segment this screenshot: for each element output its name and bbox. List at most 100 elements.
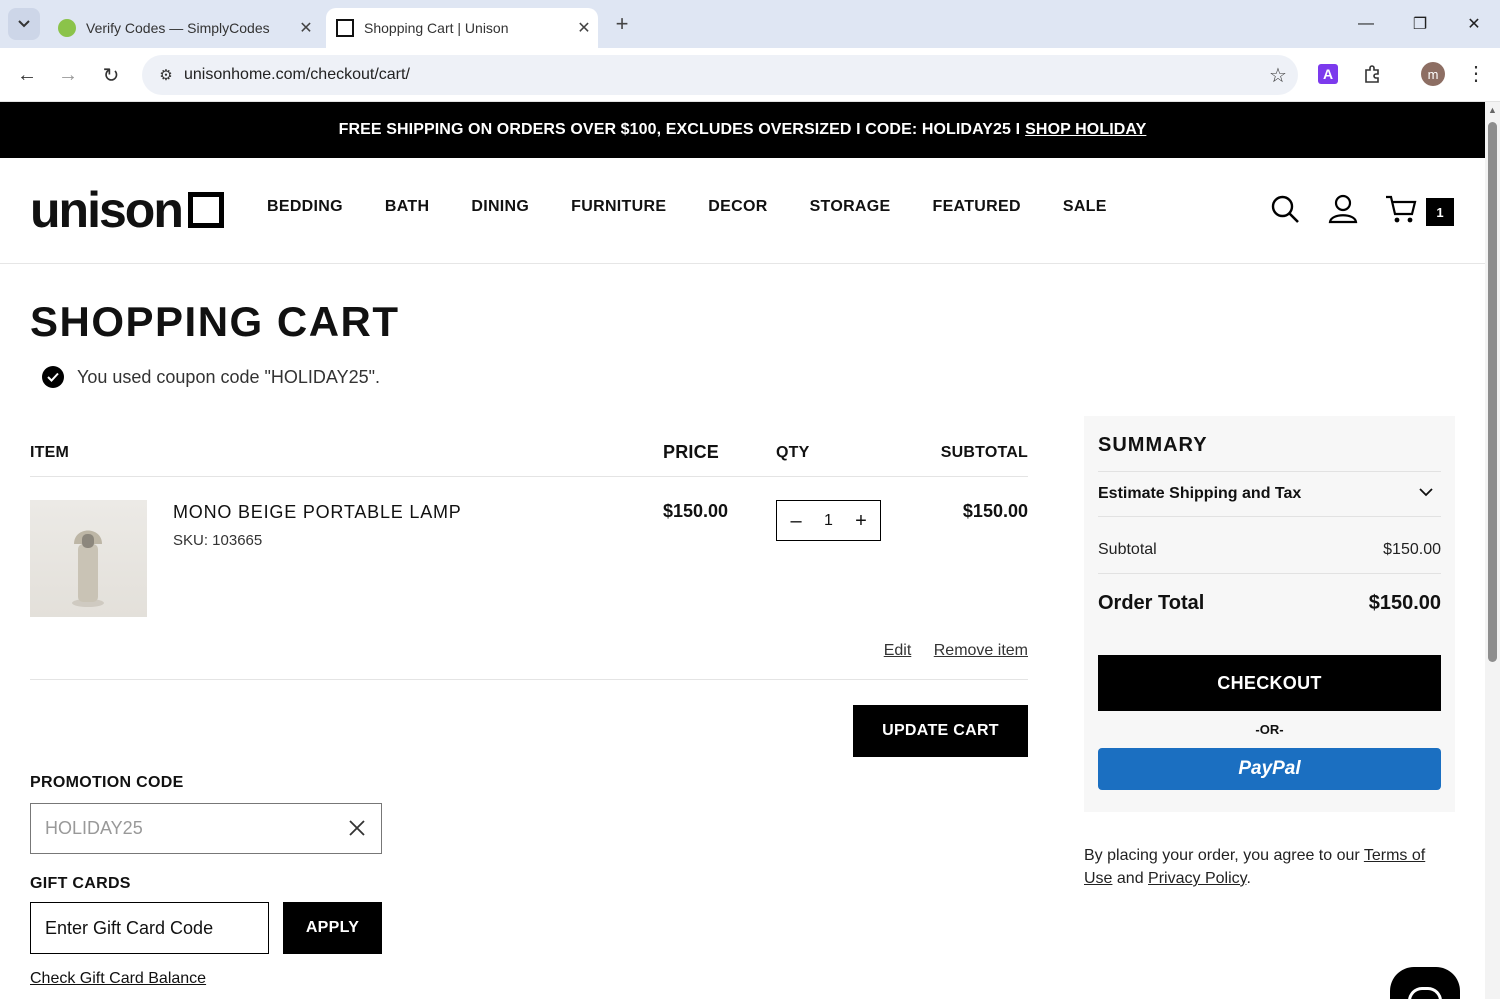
nav-sale[interactable]: SALE bbox=[1063, 198, 1107, 216]
reload-button[interactable]: ↻ bbox=[96, 60, 126, 90]
restore-window-button[interactable]: ❐ bbox=[1400, 8, 1440, 40]
extensions-puzzle-icon[interactable] bbox=[1358, 60, 1386, 88]
site-header: unison BEDDING BATH DINING FURNITURE DEC… bbox=[0, 158, 1485, 264]
browser-menu-icon[interactable]: ⋮ bbox=[1462, 60, 1490, 88]
order-summary: SUMMARY Estimate Shipping and Tax Subtot… bbox=[1084, 416, 1455, 812]
coupon-message-text: You used coupon code "HOLIDAY25". bbox=[77, 366, 380, 387]
or-separator: -OR- bbox=[1255, 722, 1284, 737]
legal-prefix: By placing your order, you agree to our bbox=[1084, 847, 1364, 864]
subtotal-label: Subtotal bbox=[1098, 541, 1157, 558]
address-bar[interactable]: ⚙ unisonhome.com/checkout/cart/ ☆ bbox=[142, 55, 1298, 95]
product-price: $150.00 bbox=[663, 501, 729, 521]
chat-widget-button[interactable] bbox=[1390, 967, 1460, 999]
product-image[interactable] bbox=[30, 500, 147, 617]
qty-value[interactable]: 1 bbox=[824, 512, 833, 530]
site-logo[interactable]: unison bbox=[30, 182, 224, 238]
forward-button[interactable]: → bbox=[53, 60, 83, 90]
cart-icon[interactable] bbox=[1384, 192, 1418, 226]
simplycodes-leaf-icon bbox=[58, 19, 76, 37]
item-actions: Edit Remove item bbox=[866, 642, 1028, 660]
logo-square-icon bbox=[187, 192, 224, 228]
column-header-subtotal: SUBTOTAL bbox=[940, 444, 1028, 461]
summary-title: SUMMARY bbox=[1098, 434, 1208, 456]
profile-avatar[interactable]: m bbox=[1421, 62, 1445, 86]
minimize-window-button[interactable]: — bbox=[1346, 8, 1386, 40]
account-icon[interactable] bbox=[1326, 192, 1360, 226]
tab-shopping-cart[interactable]: Shopping Cart | Unison ✕ bbox=[326, 8, 598, 48]
gift-cards-label: GIFT CARDS bbox=[30, 875, 131, 892]
coupon-success-message: You used coupon code "HOLIDAY25". bbox=[42, 366, 380, 388]
page-content: FREE SHIPPING ON ORDERS OVER $100, EXCLU… bbox=[0, 102, 1485, 999]
promo-banner: FREE SHIPPING ON ORDERS OVER $100, EXCLU… bbox=[0, 102, 1485, 158]
chevron-down-icon[interactable] bbox=[1419, 484, 1435, 500]
tab-title: Verify Codes — SimplyCodes bbox=[86, 20, 270, 36]
site-settings-icon[interactable]: ⚙ bbox=[148, 66, 184, 84]
column-header-item: ITEM bbox=[30, 444, 70, 461]
scrollbar-thumb[interactable] bbox=[1488, 122, 1497, 662]
promotion-code-input[interactable]: HOLIDAY25 bbox=[30, 803, 382, 854]
main-navigation: BEDDING BATH DINING FURNITURE DECOR STOR… bbox=[267, 198, 1149, 216]
scroll-up-arrow-icon[interactable]: ▲ bbox=[1488, 105, 1497, 115]
qty-increase-button[interactable]: + bbox=[850, 511, 872, 531]
clear-coupon-icon[interactable] bbox=[347, 818, 367, 838]
nav-storage[interactable]: STORAGE bbox=[810, 198, 891, 216]
lamp-image-icon bbox=[72, 530, 104, 607]
product-name[interactable]: MONO BEIGE PORTABLE LAMP bbox=[173, 502, 462, 523]
bookmark-star-icon[interactable]: ☆ bbox=[1258, 63, 1298, 88]
nav-bath[interactable]: BATH bbox=[385, 198, 429, 216]
nav-decor[interactable]: DECOR bbox=[708, 198, 767, 216]
promo-text: FREE SHIPPING ON ORDERS OVER $100, EXCLU… bbox=[338, 121, 1021, 138]
promotion-code-value: HOLIDAY25 bbox=[45, 818, 143, 838]
tab-title: Shopping Cart | Unison bbox=[364, 20, 509, 36]
close-window-button[interactable]: ✕ bbox=[1454, 8, 1494, 40]
back-button[interactable]: ← bbox=[12, 60, 42, 90]
divider bbox=[30, 679, 1028, 680]
legal-middle: and bbox=[1112, 870, 1149, 887]
divider bbox=[1098, 573, 1441, 574]
check-gift-card-balance-link[interactable]: Check Gift Card Balance bbox=[30, 970, 206, 988]
tab-search-button[interactable] bbox=[8, 8, 40, 40]
divider bbox=[1098, 516, 1441, 517]
chat-icon bbox=[1408, 987, 1442, 999]
subtotal-value: $150.00 bbox=[1383, 541, 1441, 558]
checkout-button[interactable]: CHECKOUT bbox=[1098, 655, 1441, 711]
nav-featured[interactable]: FEATURED bbox=[933, 198, 1021, 216]
legal-notice: By placing your order, you agree to our … bbox=[1084, 844, 1454, 890]
divider bbox=[1098, 471, 1441, 472]
new-tab-button[interactable]: + bbox=[608, 10, 636, 38]
shop-holiday-link[interactable]: SHOP HOLIDAY bbox=[1025, 121, 1146, 139]
close-tab-icon[interactable]: ✕ bbox=[292, 18, 320, 38]
remove-item-link[interactable]: Remove item bbox=[934, 642, 1028, 659]
nav-bedding[interactable]: BEDDING bbox=[267, 198, 343, 216]
paypal-button[interactable]: PayPal bbox=[1098, 748, 1441, 790]
tab-simplycodes[interactable]: Verify Codes — SimplyCodes ✕ bbox=[48, 8, 320, 48]
column-header-price: PRICE bbox=[663, 442, 720, 462]
qty-decrease-button[interactable]: – bbox=[785, 511, 807, 531]
extension-icon[interactable]: A bbox=[1318, 64, 1338, 84]
nav-dining[interactable]: DINING bbox=[471, 198, 529, 216]
apply-gift-card-button[interactable]: APPLY bbox=[283, 902, 382, 954]
column-header-qty: QTY bbox=[776, 444, 810, 461]
browser-toolbar: ← → ↻ ⚙ unisonhome.com/checkout/cart/ ☆ … bbox=[0, 48, 1500, 102]
update-cart-button[interactable]: UPDATE CART bbox=[853, 705, 1028, 757]
edit-item-link[interactable]: Edit bbox=[884, 642, 912, 659]
unison-square-icon bbox=[336, 19, 354, 37]
page-title: SHOPPING CART bbox=[30, 298, 400, 345]
divider bbox=[30, 476, 1028, 477]
legal-suffix: . bbox=[1246, 870, 1251, 887]
gift-card-input[interactable]: Enter Gift Card Code bbox=[30, 902, 269, 954]
order-total-label: Order Total bbox=[1098, 592, 1205, 614]
product-subtotal: $150.00 bbox=[962, 501, 1028, 521]
chevron-down-icon bbox=[18, 20, 30, 28]
close-tab-icon[interactable]: ✕ bbox=[570, 18, 598, 38]
logo-text: unison bbox=[30, 182, 184, 238]
quantity-stepper: – 1 + bbox=[776, 500, 881, 541]
estimate-shipping-toggle[interactable]: Estimate Shipping and Tax bbox=[1098, 485, 1301, 503]
cart-count-badge[interactable]: 1 bbox=[1426, 198, 1454, 226]
url-text[interactable]: unisonhome.com/checkout/cart/ bbox=[184, 66, 1258, 84]
nav-furniture[interactable]: FURNITURE bbox=[571, 198, 666, 216]
page-scrollbar[interactable]: ▲ bbox=[1485, 102, 1500, 999]
order-total-value: $150.00 bbox=[1368, 592, 1441, 614]
search-icon[interactable] bbox=[1268, 192, 1302, 226]
privacy-policy-link[interactable]: Privacy Policy bbox=[1148, 870, 1246, 887]
